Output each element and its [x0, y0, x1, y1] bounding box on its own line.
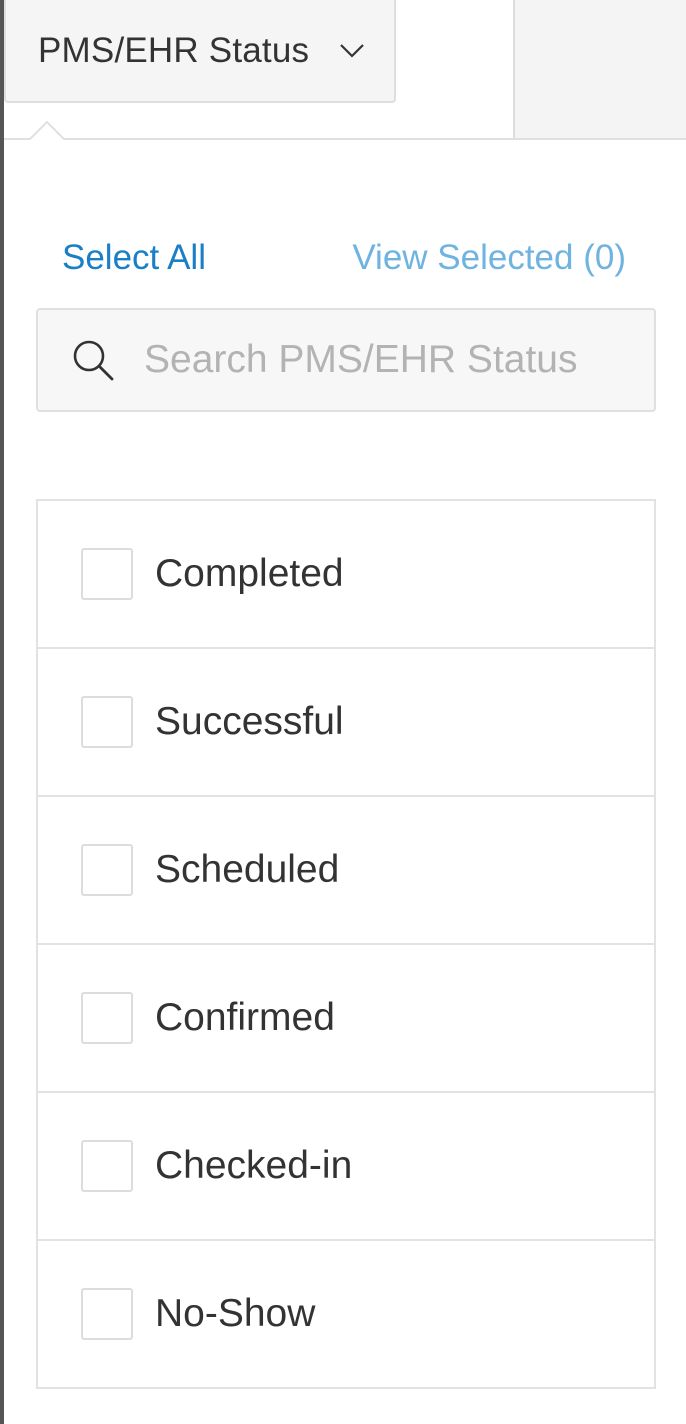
- status-option-completed[interactable]: Completed: [38, 501, 654, 649]
- checkbox[interactable]: [81, 992, 133, 1044]
- checkbox[interactable]: [81, 1140, 133, 1192]
- option-label: Confirmed: [155, 996, 335, 1039]
- search-box: [36, 308, 656, 412]
- option-label: Checked-in: [155, 1144, 353, 1187]
- search-input[interactable]: [144, 338, 614, 382]
- status-option-successful[interactable]: Successful: [38, 649, 654, 797]
- page: PMS/EHR Status Select All View Selected …: [0, 0, 686, 1424]
- checkbox[interactable]: [81, 696, 133, 748]
- option-label: Completed: [155, 552, 344, 595]
- checkbox[interactable]: [81, 844, 133, 896]
- option-label: Scheduled: [155, 848, 340, 891]
- status-option-no-show[interactable]: No-Show: [38, 1241, 654, 1387]
- view-selected-link[interactable]: View Selected (0): [352, 238, 626, 278]
- checkbox[interactable]: [81, 1288, 133, 1340]
- select-all-link[interactable]: Select All: [62, 238, 206, 278]
- checkbox[interactable]: [81, 548, 133, 600]
- filter-button-label: PMS/EHR Status: [38, 30, 310, 70]
- selection-links: Select All View Selected (0): [62, 238, 626, 288]
- option-label: No-Show: [155, 1292, 316, 1335]
- adjacent-filter-panel: [513, 0, 686, 138]
- option-label: Successful: [155, 700, 344, 743]
- status-option-list: Completed Successful Scheduled Confirmed…: [36, 499, 656, 1389]
- status-option-confirmed[interactable]: Confirmed: [38, 945, 654, 1093]
- status-option-scheduled[interactable]: Scheduled: [38, 797, 654, 945]
- chevron-down-icon: [340, 43, 364, 58]
- pms-ehr-status-filter-button[interactable]: PMS/EHR Status: [4, 0, 396, 103]
- status-option-checked-in[interactable]: Checked-in: [38, 1093, 654, 1241]
- search-icon: [73, 340, 114, 381]
